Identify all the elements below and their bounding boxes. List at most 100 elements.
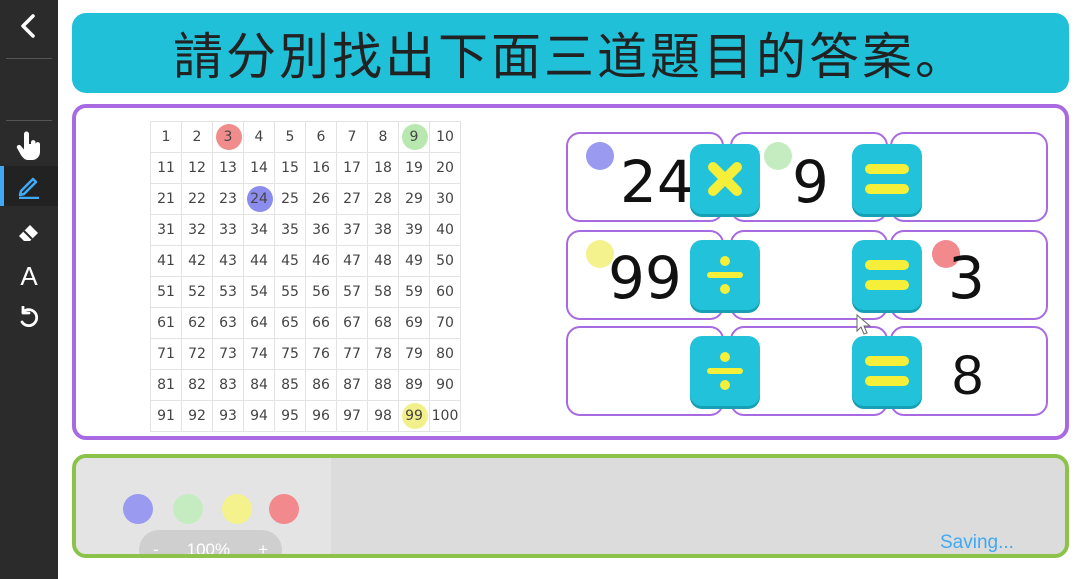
hundred-chart-cell[interactable]: 65	[274, 307, 306, 339]
hundred-chart-cell[interactable]: 98	[367, 400, 399, 432]
back-button[interactable]	[0, 6, 58, 46]
divide-operator-button[interactable]	[690, 336, 760, 406]
hundred-chart-cell[interactable]: 96	[305, 400, 337, 432]
hundred-chart-cell[interactable]: 64	[243, 307, 275, 339]
hundred-chart-cell[interactable]: 19	[398, 152, 430, 184]
equals-operator-button[interactable]	[852, 144, 922, 214]
hundred-chart-cell[interactable]: 15	[274, 152, 306, 184]
hundred-chart-cell[interactable]: 40	[429, 214, 461, 246]
hundred-chart-cell[interactable]: 18	[367, 152, 399, 184]
hundred-chart-cell[interactable]: 62	[181, 307, 213, 339]
hundred-chart-cell[interactable]: 25	[274, 183, 306, 215]
hundred-chart-cell[interactable]: 49	[398, 245, 430, 277]
hundred-chart-cell[interactable]: 1	[150, 121, 182, 153]
hundred-chart-cell[interactable]: 59	[398, 276, 430, 308]
hundred-chart-cell[interactable]: 6	[305, 121, 337, 153]
hundred-chart-cell[interactable]: 80	[429, 338, 461, 370]
hundred-chart-cell[interactable]: 38	[367, 214, 399, 246]
yellow-marker-swatch[interactable]	[222, 494, 252, 524]
hundred-chart-cell[interactable]: 63	[212, 307, 244, 339]
hundred-chart-cell[interactable]: 56	[305, 276, 337, 308]
hundred-chart-cell[interactable]: 23	[212, 183, 244, 215]
hundred-chart-cell[interactable]: 17	[336, 152, 368, 184]
hundred-chart-cell[interactable]: 61	[150, 307, 182, 339]
hundred-chart-cell[interactable]: 33	[212, 214, 244, 246]
red-marker-swatch[interactable]	[269, 494, 299, 524]
hundred-chart-cell[interactable]: 51	[150, 276, 182, 308]
undo-button[interactable]	[0, 298, 58, 338]
hundred-chart-cell[interactable]: 2	[181, 121, 213, 153]
hundred-chart-cell[interactable]: 48	[367, 245, 399, 277]
text-tool[interactable]: A	[0, 256, 58, 296]
hundred-chart-cell[interactable]: 54	[243, 276, 275, 308]
hundred-chart-cell[interactable]: 4	[243, 121, 275, 153]
hundred-chart-cell[interactable]: 99	[398, 400, 430, 432]
hundred-chart-cell[interactable]: 89	[398, 369, 430, 401]
pointer-tool[interactable]	[0, 126, 58, 166]
hundred-chart-cell[interactable]: 78	[367, 338, 399, 370]
hundred-chart-cell[interactable]: 29	[398, 183, 430, 215]
hundred-chart-cell[interactable]: 94	[243, 400, 275, 432]
hundred-chart-cell[interactable]: 14	[243, 152, 275, 184]
hundred-chart-cell[interactable]: 16	[305, 152, 337, 184]
hundred-chart-cell[interactable]: 24	[243, 183, 275, 215]
hundred-chart-cell[interactable]: 85	[274, 369, 306, 401]
hundred-chart-cell[interactable]: 83	[212, 369, 244, 401]
eraser-tool[interactable]	[0, 212, 58, 252]
hundred-chart-cell[interactable]: 77	[336, 338, 368, 370]
hundred-chart-cell[interactable]: 66	[305, 307, 337, 339]
hundred-chart-cell[interactable]: 32	[181, 214, 213, 246]
green-marker-swatch[interactable]	[173, 494, 203, 524]
pen-tool[interactable]	[0, 166, 58, 206]
hundred-chart-cell[interactable]: 84	[243, 369, 275, 401]
hundred-chart-cell[interactable]: 50	[429, 245, 461, 277]
hundred-chart-cell[interactable]: 88	[367, 369, 399, 401]
hundred-chart-cell[interactable]: 22	[181, 183, 213, 215]
hundred-chart-cell[interactable]: 41	[150, 245, 182, 277]
hundred-chart-cell[interactable]: 76	[305, 338, 337, 370]
hundred-chart-cell[interactable]: 53	[212, 276, 244, 308]
hundred-chart-cell[interactable]: 74	[243, 338, 275, 370]
hundred-chart-cell[interactable]: 39	[398, 214, 430, 246]
hundred-chart-cell[interactable]: 47	[336, 245, 368, 277]
hundred-chart-cell[interactable]: 87	[336, 369, 368, 401]
hundred-chart-cell[interactable]: 55	[274, 276, 306, 308]
equals-operator-button[interactable]	[852, 240, 922, 310]
hundred-chart-cell[interactable]: 91	[150, 400, 182, 432]
hundred-chart-cell[interactable]: 13	[212, 152, 244, 184]
hundred-chart-cell[interactable]: 81	[150, 369, 182, 401]
hundred-chart-cell[interactable]: 57	[336, 276, 368, 308]
hundred-chart-cell[interactable]: 43	[212, 245, 244, 277]
hundred-chart-cell[interactable]: 92	[181, 400, 213, 432]
hundred-chart-cell[interactable]: 35	[274, 214, 306, 246]
hundred-chart-cell[interactable]: 28	[367, 183, 399, 215]
hundred-chart-cell[interactable]: 5	[274, 121, 306, 153]
hundred-chart-cell[interactable]: 34	[243, 214, 275, 246]
hundred-chart-cell[interactable]: 95	[274, 400, 306, 432]
hundred-chart-cell[interactable]: 67	[336, 307, 368, 339]
hundred-chart-cell[interactable]: 3	[212, 121, 244, 153]
hundred-chart-cell[interactable]: 79	[398, 338, 430, 370]
hundred-chart-cell[interactable]: 73	[212, 338, 244, 370]
hundred-chart-cell[interactable]: 21	[150, 183, 182, 215]
hundred-chart-cell[interactable]: 26	[305, 183, 337, 215]
hundred-chart-cell[interactable]: 11	[150, 152, 182, 184]
hundred-chart-cell[interactable]: 86	[305, 369, 337, 401]
hundred-chart-cell[interactable]: 7	[336, 121, 368, 153]
hundred-chart-cell[interactable]: 31	[150, 214, 182, 246]
hundred-chart-cell[interactable]: 12	[181, 152, 213, 184]
hundred-chart-cell[interactable]: 97	[336, 400, 368, 432]
hundred-chart-cell[interactable]: 71	[150, 338, 182, 370]
multiply-operator-button[interactable]	[690, 144, 760, 214]
equals-operator-button[interactable]	[852, 336, 922, 406]
hundred-chart-cell[interactable]: 69	[398, 307, 430, 339]
hundred-chart-cell[interactable]: 100	[429, 400, 461, 432]
hundred-chart-cell[interactable]: 30	[429, 183, 461, 215]
hundred-chart-cell[interactable]: 75	[274, 338, 306, 370]
hundred-chart-cell[interactable]: 68	[367, 307, 399, 339]
hundred-chart-cell[interactable]: 70	[429, 307, 461, 339]
zoom-out-button[interactable]: -	[153, 540, 159, 554]
hundred-chart-cell[interactable]: 58	[367, 276, 399, 308]
hundred-chart-cell[interactable]: 52	[181, 276, 213, 308]
hundred-chart-cell[interactable]: 82	[181, 369, 213, 401]
